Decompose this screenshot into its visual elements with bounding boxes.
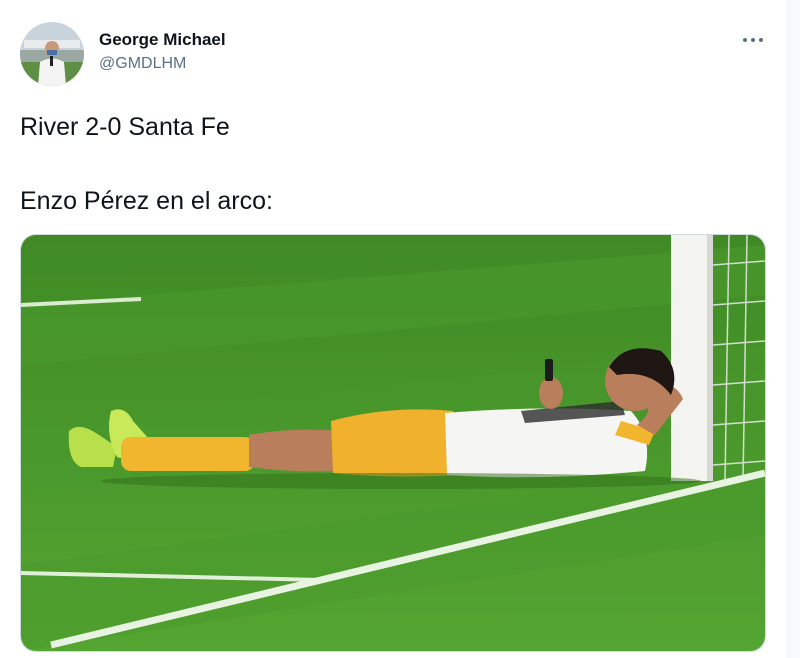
- tweet-photo[interactable]: [20, 234, 766, 652]
- author-display-name[interactable]: George Michael: [99, 30, 226, 50]
- more-horizontal-icon: [743, 38, 763, 42]
- author-handle[interactable]: @GMDLHM: [99, 54, 226, 74]
- tweet-text-line: River 2-0 Santa Fe: [20, 113, 230, 141]
- tweet: George Michael @GMDLHM River 2-0 Santa F…: [0, 0, 787, 658]
- photo-goalkeeper-lying-on-pitch: [21, 235, 765, 651]
- avatar[interactable]: [20, 22, 84, 86]
- avatar-image: [20, 22, 84, 86]
- more-options-button[interactable]: [735, 22, 771, 58]
- page-edge: [786, 0, 800, 658]
- author-block: George Michael @GMDLHM: [99, 30, 226, 74]
- tweet-text-line: Enzo Pérez en el arco:: [20, 187, 273, 215]
